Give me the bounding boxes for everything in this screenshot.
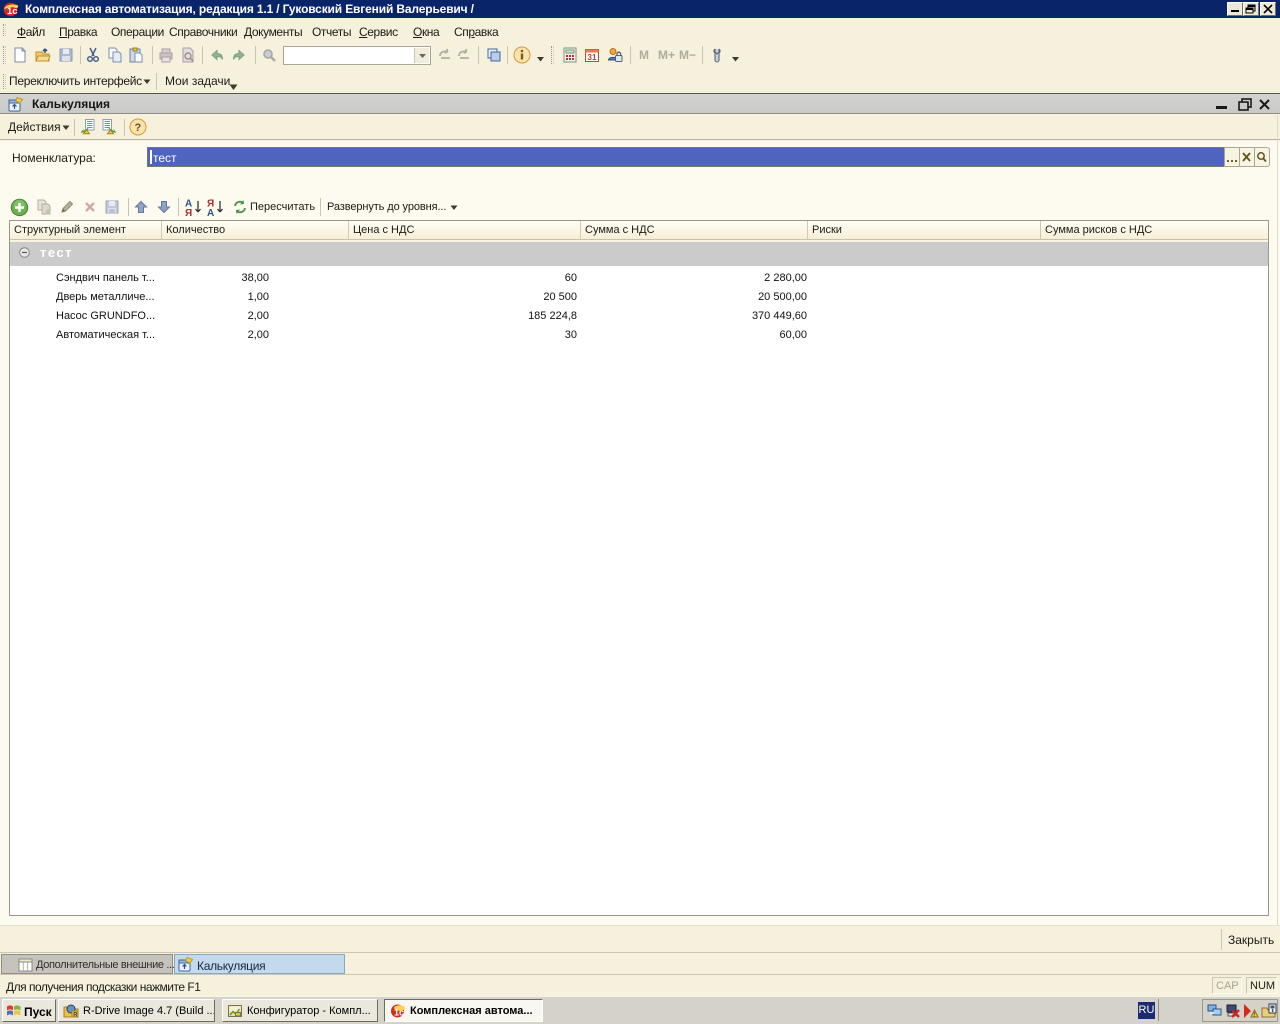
svg-text:1с: 1с xyxy=(7,6,18,17)
svg-text:31: 31 xyxy=(588,53,597,62)
svg-text:!: ! xyxy=(1253,1013,1255,1019)
svg-text:1с: 1с xyxy=(394,1008,404,1018)
svg-text:А: А xyxy=(207,208,214,217)
svg-text:Я: Я xyxy=(185,208,192,217)
svg-text:R: R xyxy=(73,1012,78,1018)
svg-text:?: ? xyxy=(135,122,142,134)
